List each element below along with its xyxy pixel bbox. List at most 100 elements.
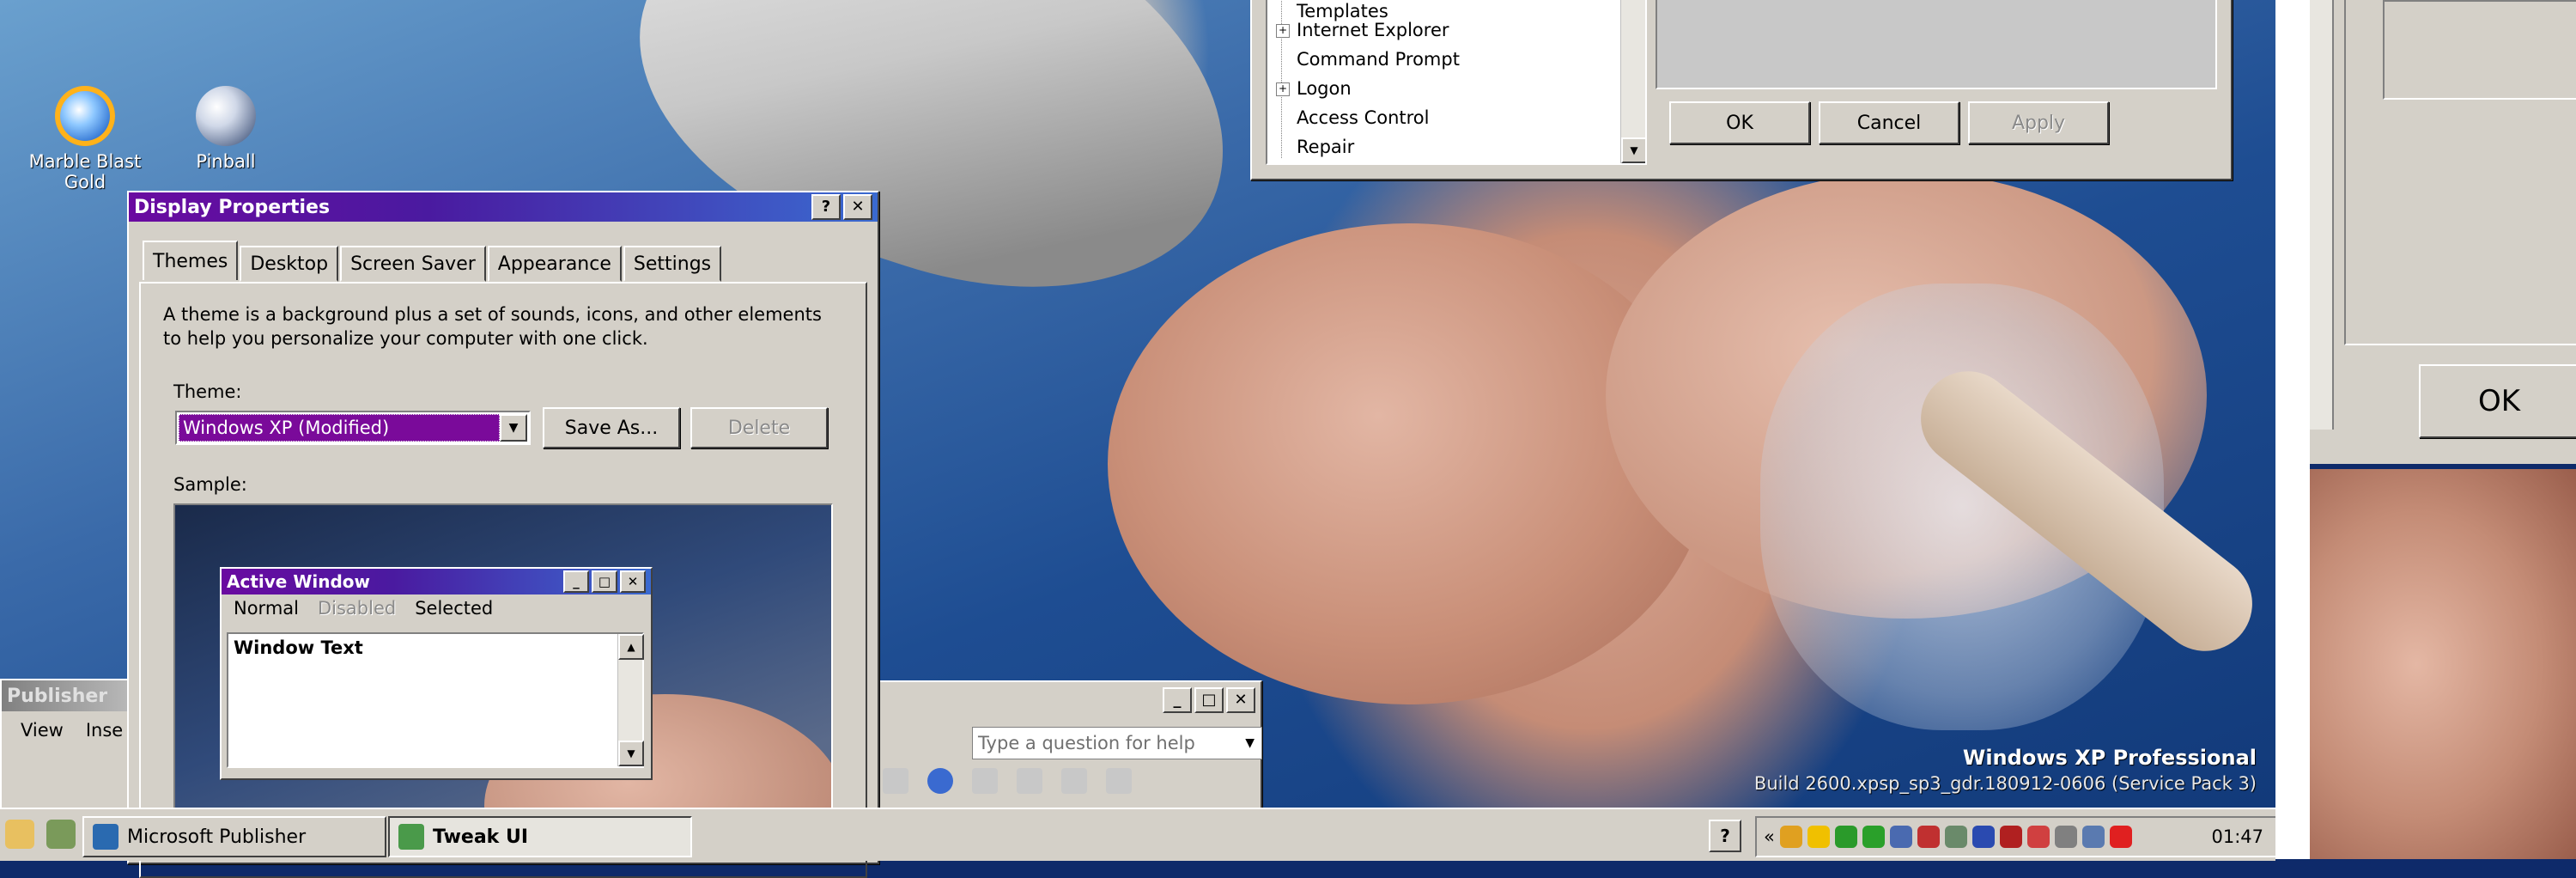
expand-icon[interactable]: + <box>1276 82 1290 96</box>
marble-blast-icon <box>55 86 115 146</box>
expand-icon[interactable]: + <box>1276 24 1290 38</box>
wallpaper-hand <box>1108 223 1709 704</box>
cancel-button[interactable]: Cancel <box>1819 101 1959 144</box>
close-icon: ✕ <box>620 570 646 593</box>
tray-expand-chevron-icon[interactable]: « <box>1764 826 1775 847</box>
quick-launch-app-icon[interactable] <box>46 820 76 849</box>
tray-icon[interactable] <box>1779 826 1802 848</box>
toolbar-icon[interactable] <box>1017 768 1042 794</box>
tree-item-label: Logon <box>1297 78 1352 99</box>
tray-icon[interactable] <box>2081 826 2105 848</box>
help-button[interactable]: ? <box>811 194 841 220</box>
tree-item-command-prompt[interactable]: Command Prompt <box>1297 45 1460 74</box>
help-icon[interactable] <box>927 768 953 794</box>
tray-icon[interactable] <box>1999 826 2022 848</box>
tray-icon[interactable] <box>1971 826 1995 848</box>
tab-settings[interactable]: Settings <box>623 246 722 282</box>
publisher-titlebar[interactable]: Publisher <box>2 680 129 711</box>
tree-scrollbar[interactable]: ▼ <box>1620 0 1645 163</box>
shield-icon[interactable] <box>1807 826 1830 848</box>
tree-item-label: Access Control <box>1297 107 1430 128</box>
taskbar-button-tweak-ui[interactable]: Tweak UI <box>388 816 692 857</box>
tray-icon[interactable] <box>2109 826 2132 848</box>
preview-scrollbar: ▲ ▼ <box>617 634 644 766</box>
desktop-icon-pinball[interactable]: Pinball <box>161 86 290 172</box>
preview-active-window: Active Window _ □ ✕ Normal Disabled Sele… <box>220 567 653 780</box>
pinball-icon <box>196 86 256 146</box>
delete-button[interactable]: Delete <box>690 407 828 448</box>
tweak-ui-settings-panel <box>1656 0 2217 89</box>
secondary-preview-box <box>2383 0 2576 100</box>
preview-menu-normal: Normal <box>234 598 299 619</box>
toolbar-icon[interactable] <box>1061 768 1087 794</box>
preview-titlebar: Active Window _ □ ✕ <box>222 569 651 594</box>
tweak-ui-icon <box>398 824 424 850</box>
scroll-up-icon: ▲ <box>618 634 644 660</box>
tray-icon[interactable] <box>1917 826 1940 848</box>
scroll-down-icon[interactable]: ▼ <box>1621 137 1645 163</box>
tab-screen-saver[interactable]: Screen Saver <box>340 246 486 282</box>
secondary-ok-button[interactable]: OK <box>2419 364 2576 438</box>
window-title: Display Properties <box>134 196 331 218</box>
tree-item-logon[interactable]: Logon <box>1297 74 1352 103</box>
minimize-icon[interactable]: _ <box>1163 687 1192 713</box>
tray-icon[interactable] <box>2054 826 2077 848</box>
system-tray: « 01:47 <box>1755 816 2277 857</box>
desktop-icon-marble-blast-gold[interactable]: Marble Blast Gold <box>21 86 149 192</box>
chevron-down-icon[interactable]: ▼ <box>1245 736 1255 750</box>
os-version-watermark: Windows XP Professional <box>1962 746 2257 770</box>
tray-icon[interactable] <box>1834 826 1857 848</box>
tree-item-label: Repair <box>1297 137 1355 157</box>
tab-appearance[interactable]: Appearance <box>487 246 622 282</box>
network-icon[interactable] <box>1889 826 1912 848</box>
taskbar: Microsoft Publisher Tweak UI ? « 01:47 <box>0 808 2277 861</box>
maximize-icon: □ <box>592 570 617 593</box>
desktop-icon-label: Gold <box>64 172 106 192</box>
tree-item-repair[interactable]: Repair <box>1297 132 1354 162</box>
tray-icon[interactable] <box>1862 826 1885 848</box>
monitor-divider <box>2275 0 2310 859</box>
secondary-wallpaper-hand <box>2310 469 2576 859</box>
taskbar-button-label: Tweak UI <box>433 826 529 848</box>
tray-icon[interactable] <box>1944 826 1967 848</box>
tray-icon[interactable] <box>2026 826 2050 848</box>
close-button[interactable]: ✕ <box>843 194 872 220</box>
ask-question-input[interactable]: Type a question for help ▼ <box>972 727 1262 759</box>
toolbar-icon[interactable] <box>972 768 998 794</box>
build-watermark: Build 2600.xpsp_sp3_gdr.180912-0606 (Ser… <box>1753 773 2257 794</box>
help-icon[interactable]: ? <box>1709 820 1741 852</box>
zoom-icon[interactable] <box>883 768 908 794</box>
taskbar-button-label: Microsoft Publisher <box>127 826 307 848</box>
theme-preview: Active Window _ □ ✕ Normal Disabled Sele… <box>173 503 833 859</box>
toolbar-icon[interactable] <box>1106 768 1132 794</box>
tree-item-access-control[interactable]: Access Control <box>1297 103 1429 132</box>
close-icon[interactable]: ✕ <box>1226 687 1255 713</box>
tree-item-internet-explorer[interactable]: Internet Explorer <box>1297 15 1449 45</box>
preview-text-area: Window Text ▲ ▼ <box>227 632 644 768</box>
office-window: _ □ ✕ Type a question for help ▼ <box>876 680 1262 821</box>
maximize-icon[interactable]: □ <box>1194 687 1224 713</box>
display-properties-titlebar[interactable]: Display Properties ? ✕ <box>129 192 878 222</box>
menu-insert[interactable]: Inse <box>86 720 123 741</box>
taskbar-clock[interactable]: 01:47 <box>2211 826 2263 847</box>
apply-button[interactable]: Apply <box>1968 101 2109 144</box>
quick-launch <box>5 820 76 849</box>
menu-view[interactable]: View <box>21 720 64 741</box>
tweak-ui-tree[interactable]: Templates + Internet Explorer Command Pr… <box>1266 0 1647 165</box>
preview-menu: Normal Disabled Selected <box>222 594 651 622</box>
tab-themes[interactable]: Themes <box>143 241 239 280</box>
ok-button[interactable]: OK <box>1669 101 1810 144</box>
tab-strip: Themes Desktop Screen Saver Appearance S… <box>143 241 723 282</box>
tab-desktop[interactable]: Desktop <box>240 246 339 282</box>
quick-launch-folder-icon[interactable] <box>5 820 34 849</box>
preview-menu-disabled: Disabled <box>317 598 397 619</box>
taskbar-button-publisher[interactable]: Microsoft Publisher <box>82 816 386 857</box>
preview-window-title: Active Window <box>227 571 371 592</box>
secondary-scrollbar[interactable] <box>2310 0 2334 430</box>
theme-select[interactable]: Windows XP (Modified) ▼ <box>175 411 531 445</box>
desktop-icon-label: Pinball <box>196 151 256 172</box>
theme-description: A theme is a background plus a set of so… <box>163 304 822 349</box>
theme-label: Theme: <box>173 381 242 402</box>
chevron-down-icon[interactable]: ▼ <box>500 414 527 442</box>
save-as-button[interactable]: Save As... <box>543 407 680 448</box>
